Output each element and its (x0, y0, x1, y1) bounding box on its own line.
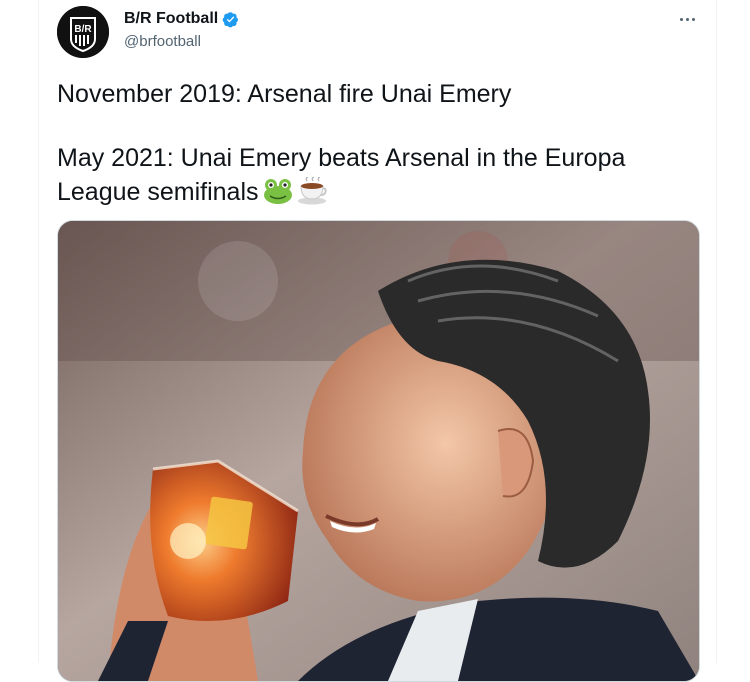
frog-emoji-icon (263, 177, 293, 214)
tweet-line-2-text: May 2021: Unai Emery beats Arsenal in th… (57, 144, 626, 206)
account-handle[interactable]: @brfootball (124, 33, 201, 51)
verified-badge-icon (222, 11, 239, 27)
tweet-line-1: November 2019: Arsenal fire Unai Emery (57, 80, 512, 108)
tea-emoji-icon (297, 176, 327, 214)
tweet-text: November 2019: Arsenal fire Unai Emery M… (57, 77, 697, 214)
display-name[interactable]: B/R Football (124, 9, 218, 29)
avatar[interactable]: B/R (57, 6, 109, 58)
timeline-right-border (716, 0, 717, 663)
photo-emery-drinking-tea (58, 221, 699, 681)
tweet-photo[interactable] (57, 220, 700, 682)
more-dot-icon (685, 17, 689, 21)
more-dot-icon (691, 17, 695, 21)
more-dot-icon (679, 17, 683, 21)
tweet-card[interactable]: B/R B/R Football @brfootball November 20… (38, 0, 716, 682)
more-options-button[interactable] (674, 9, 700, 29)
svg-text:B/R: B/R (74, 24, 92, 35)
tweet-line-2: May 2021: Unai Emery beats Arsenal in th… (57, 141, 697, 214)
account-name-row[interactable]: B/R Football (124, 9, 239, 29)
br-logo-icon: B/R (57, 6, 109, 58)
